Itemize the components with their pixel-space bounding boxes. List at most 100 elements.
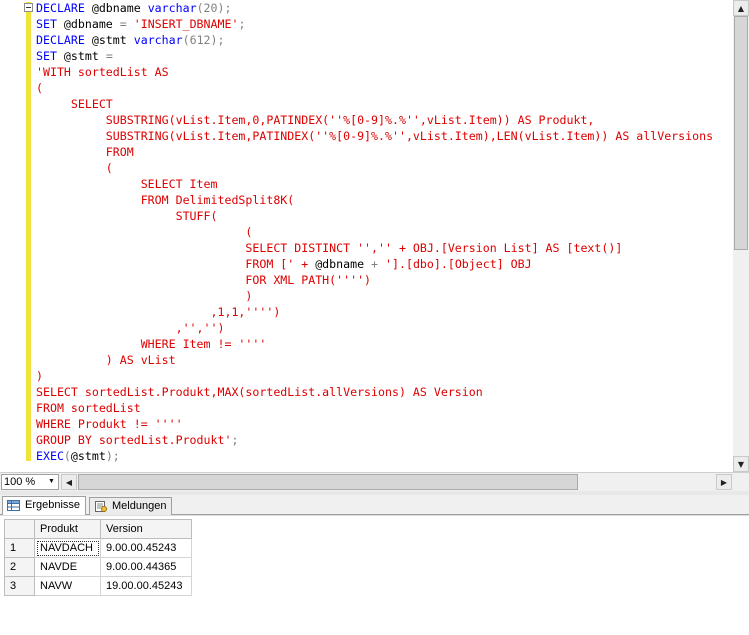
code-text[interactable]: DECLARE @dbname varchar(20); SET @dbname … [36,0,713,464]
query-editor[interactable]: DECLARE @dbname varchar(20); SET @dbname … [0,0,733,472]
code-line[interactable]: ) AS vList [36,352,713,368]
tab-messages-label: Meldungen [112,500,167,512]
code-token: FROM DelimitedSplit8K( [36,193,295,207]
code-token: GROUP BY sortedList.Produkt' [36,433,232,447]
code-line[interactable]: FROM [36,144,713,160]
code-line[interactable]: SET @stmt = [36,48,713,64]
code-token: @dbname [315,257,365,271]
results-grid: Produkt Version 1 NAVDACH 9.00.00.45243 … [4,519,192,596]
code-token: @stmt [63,49,106,63]
code-line[interactable]: SELECT Item [36,176,713,192]
code-token: SELECT sortedList.Produkt,MAX(sortedList… [36,385,483,399]
zoom-select[interactable]: 100 % ▼ [1,474,59,490]
code-token: ( [36,161,113,175]
code-line[interactable]: ,'','') [36,320,713,336]
row-number[interactable]: 1 [4,538,35,558]
chevron-down-icon[interactable]: ▼ [45,475,58,489]
code-token: ( [36,225,253,239]
code-token: DECLARE [36,1,92,15]
code-line[interactable]: ,1,1,'''') [36,304,713,320]
row-number[interactable]: 3 [4,576,35,596]
table-cell[interactable]: NAVDACH [34,538,101,558]
code-token: ); [105,449,120,463]
scroll-up-arrow-icon[interactable]: ▲ [733,0,749,16]
code-line[interactable]: SET @dbname = 'INSERT_DBNAME'; [36,16,713,32]
code-line[interactable]: SELECT sortedList.Produkt,MAX(sortedList… [36,384,713,400]
results-grid-area: Produkt Version 1 NAVDACH 9.00.00.45243 … [0,515,749,635]
code-token: STUFF( [36,209,218,223]
results-tab-strip: Ergebnisse Meldungen [0,495,749,516]
column-header-version[interactable]: Version [100,519,192,539]
code-line[interactable]: DECLARE @dbname varchar(20); [36,0,713,16]
code-token: WHERE Item != '''' [36,337,267,351]
code-line[interactable]: DECLARE @stmt varchar(612); [36,32,713,48]
code-line[interactable]: SUBSTRING(vList.Item,0,PATINDEX(''%[0-9]… [36,112,713,128]
code-line[interactable]: ) [36,288,713,304]
editor-vertical-scrollbar[interactable]: ▲ ▼ [733,0,749,472]
code-line[interactable]: FROM [' + @dbname + '].[dbo].[Object] OB… [36,256,713,272]
tab-results[interactable]: Ergebnisse [2,496,86,515]
table-row: 3 NAVW 19.00.00.45243 [4,576,192,596]
table-cell[interactable]: 9.00.00.45243 [100,538,192,558]
editor-bottom-bar: 100 % ▼ ◀ ▶ [0,472,749,491]
code-line[interactable]: ( [36,160,713,176]
table-row: 2 NAVDE 9.00.00.44365 [4,557,192,577]
tab-results-label: Ergebnisse [25,499,81,511]
code-line[interactable]: STUFF( [36,208,713,224]
table-cell[interactable]: NAVW [34,576,101,596]
code-line[interactable]: SUBSTRING(vList.Item,PATINDEX(''%[0-9]%.… [36,128,713,144]
code-line[interactable]: SELECT [36,96,713,112]
tab-messages[interactable]: Meldungen [89,497,172,516]
code-line[interactable]: FROM sortedList [36,400,713,416]
code-token: EXEC [36,449,64,463]
collapse-outline-icon[interactable] [24,3,33,12]
scroll-right-arrow-icon[interactable]: ▶ [716,474,732,490]
code-line[interactable]: FROM DelimitedSplit8K( [36,192,713,208]
code-token: ; [231,433,239,447]
scroll-left-arrow-icon[interactable]: ◀ [61,474,77,490]
code-token: ( [36,81,43,95]
code-token: SELECT [36,97,113,111]
code-line[interactable]: GROUP BY sortedList.Produkt'; [36,432,713,448]
table-cell[interactable]: NAVDE [34,557,101,577]
column-header-produkt[interactable]: Produkt [34,519,101,539]
code-token: ,'','') [36,321,225,335]
grid-icon [7,500,20,511]
table-row: 1 NAVDACH 9.00.00.45243 [4,538,192,558]
editor-gutter [0,0,26,472]
code-token: @dbname [91,1,148,15]
table-cell[interactable]: 9.00.00.44365 [100,557,192,577]
code-token: DECLARE [36,33,92,47]
code-token: FROM sortedList [36,401,141,415]
vertical-scroll-thumb[interactable] [734,16,748,250]
code-line[interactable]: 'WITH sortedList AS [36,64,713,80]
code-line[interactable]: SELECT DISTINCT '','' + OBJ.[Version Lis… [36,240,713,256]
code-token: @dbname [63,17,120,31]
code-token: FROM [' + [36,257,316,271]
code-token: @stmt [70,449,106,463]
code-token: 'INSERT_DBNAME' [133,17,239,31]
code-line[interactable]: WHERE Item != '''' [36,336,713,352]
code-line[interactable]: WHERE Produkt != '''' [36,416,713,432]
code-token: ,1,1,'''') [36,305,281,319]
code-line[interactable]: ) [36,368,713,384]
code-line[interactable]: ( [36,80,713,96]
table-cell[interactable]: 19.00.00.45243 [100,576,192,596]
scroll-down-arrow-icon[interactable]: ▼ [733,456,749,472]
row-number[interactable]: 2 [4,557,35,577]
code-line[interactable]: EXEC(@stmt); [36,448,713,464]
code-token: 'WITH sortedList AS [36,65,169,79]
code-token: ) [36,369,43,383]
code-token: varchar [133,33,183,47]
code-token: ( [63,449,71,463]
code-line[interactable]: FOR XML PATH('''') [36,272,713,288]
code-token: WHERE Produkt != '''' [36,417,183,431]
code-token: (612); [182,33,225,47]
code-token: (20); [196,1,232,15]
code-token: = [105,49,113,63]
grid-corner[interactable] [4,519,35,539]
code-token: SELECT DISTINCT '','' + OBJ.[Version Lis… [36,241,623,255]
code-line[interactable]: ( [36,224,713,240]
code-token: varchar [147,1,197,15]
horizontal-scroll-thumb[interactable] [78,474,578,490]
